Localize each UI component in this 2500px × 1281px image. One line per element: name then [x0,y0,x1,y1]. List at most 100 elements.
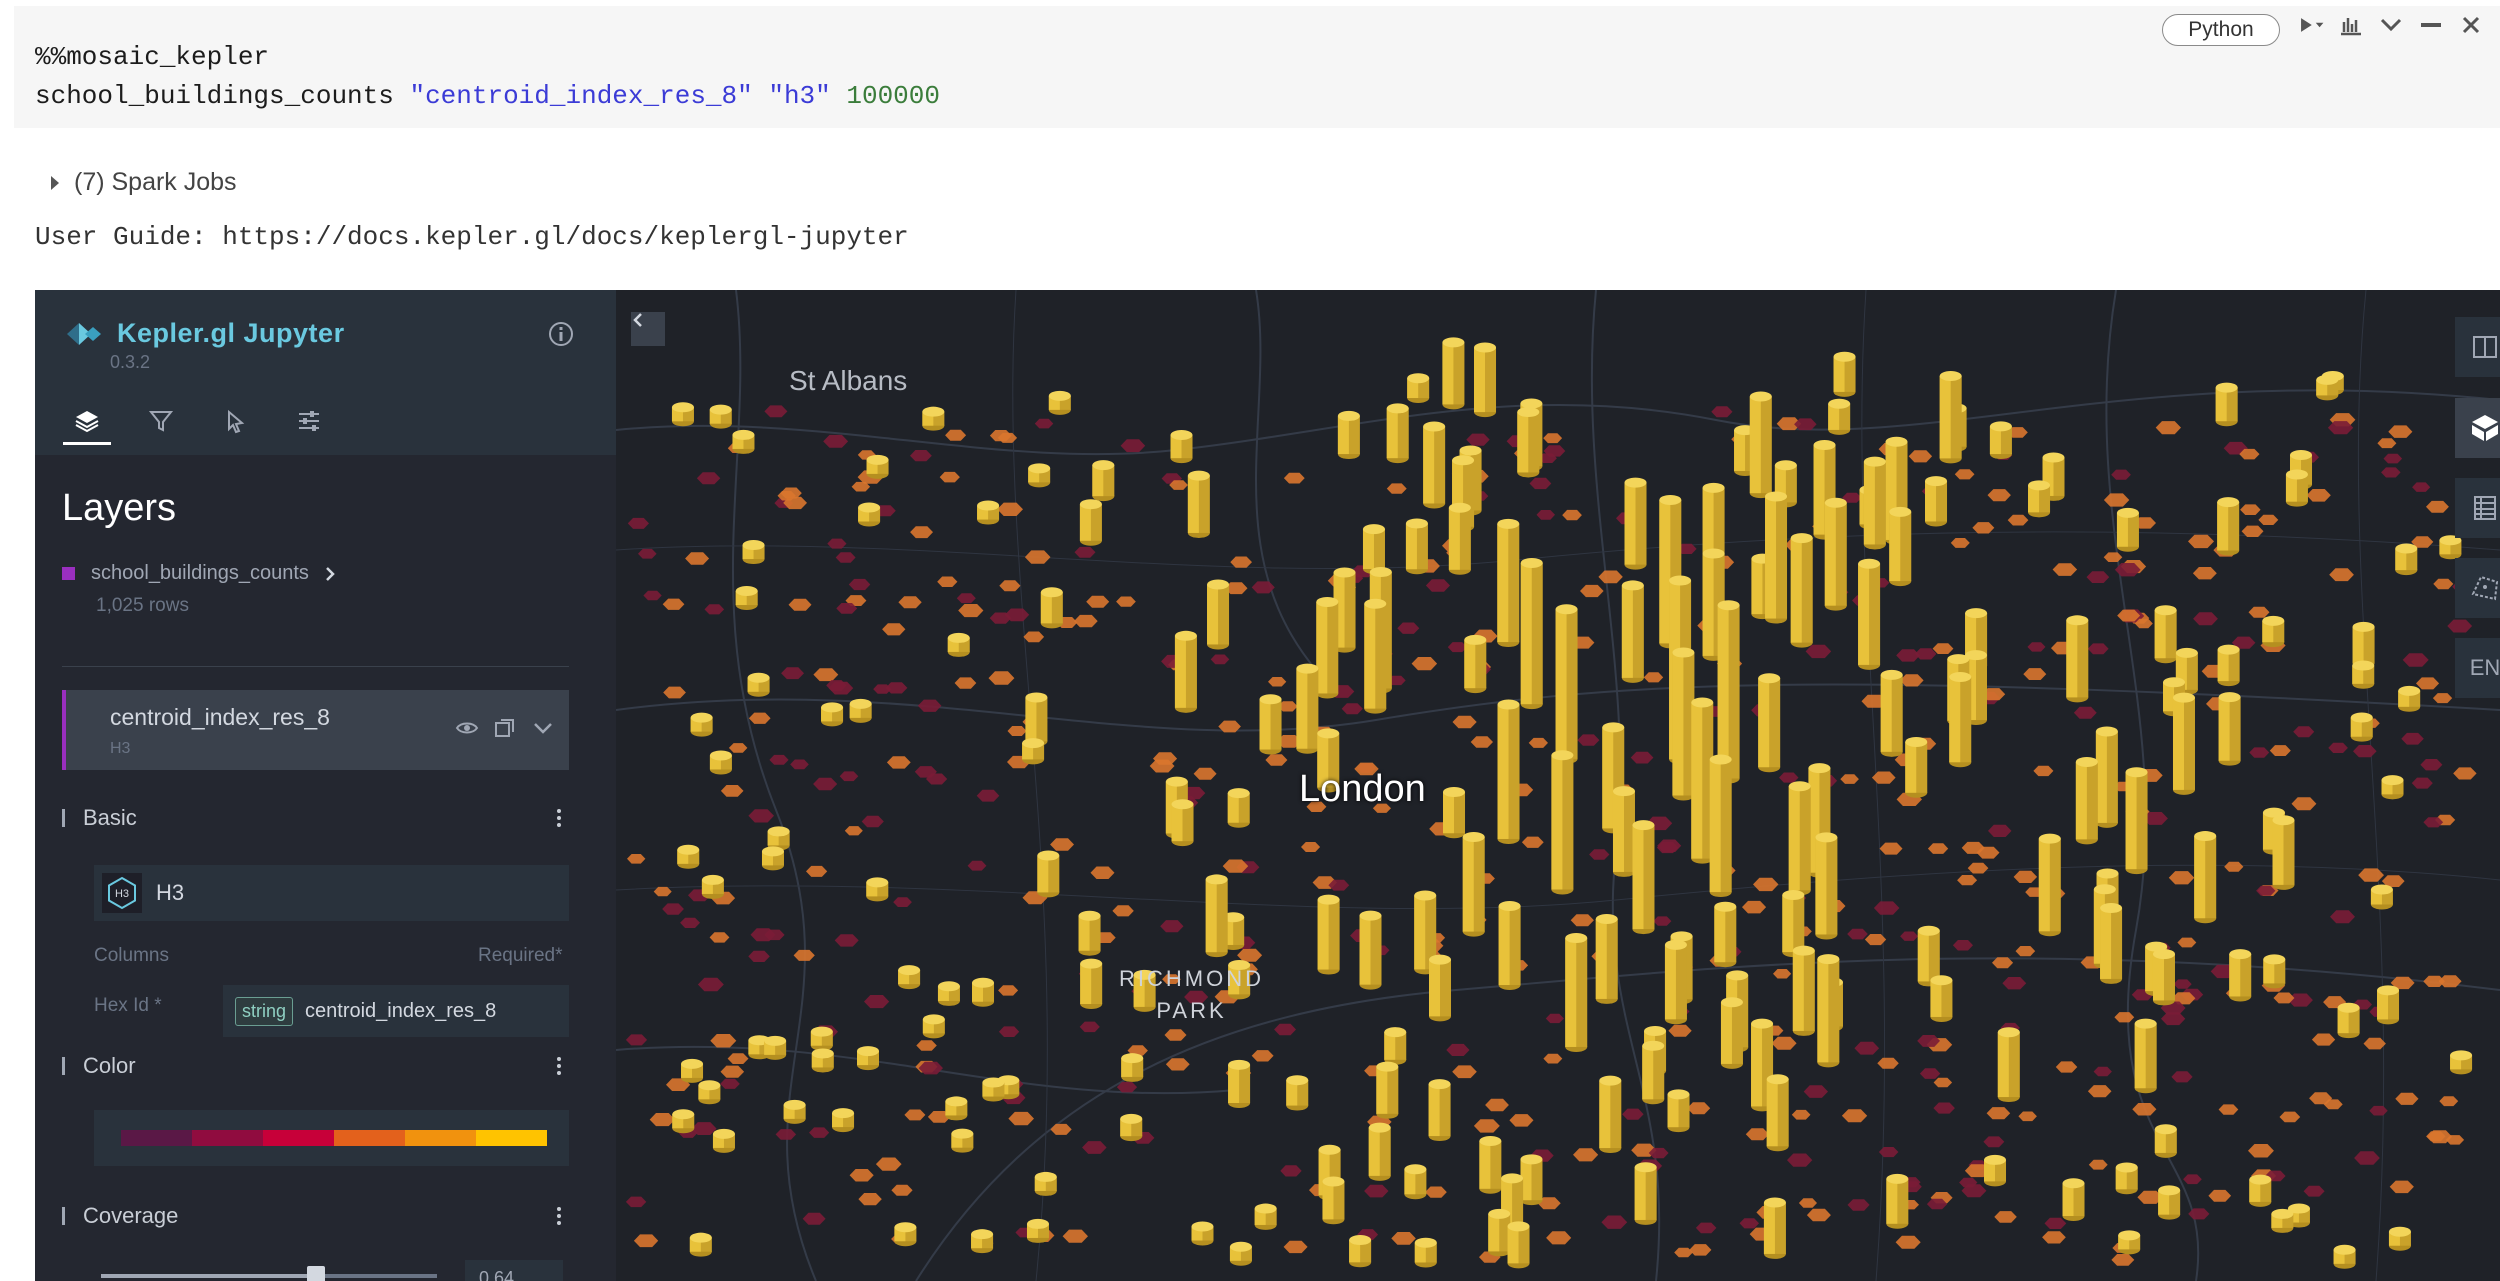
dataset-name: school_buildings_counts [91,562,309,584]
hex-cell [1230,556,1252,568]
coverage-input[interactable]: 0.64 [465,1260,563,1281]
hex-cell [2354,1151,2380,1165]
hex-column [1858,558,1881,670]
more-options-icon[interactable] [557,1057,561,1075]
hex-column [945,1096,968,1121]
hex-cell [1933,1102,1955,1114]
hex-column [1296,663,1319,754]
chart-icon[interactable] [2338,12,2364,38]
hex-cell [1397,622,1420,634]
section-basic[interactable]: Basic [62,805,569,831]
hex-cell [1895,1235,1921,1249]
hex-column [1905,736,1928,798]
hex-cell [835,552,856,563]
hex-cell [2258,514,2279,525]
hex-cell [1932,643,1954,654]
hex-cell [1668,1024,1692,1037]
minimize-icon[interactable] [2418,12,2444,38]
hex-column [742,540,765,565]
hex-column [1664,939,1687,1025]
collapse-panel-button[interactable] [631,312,665,346]
hex-cell [1074,546,1096,558]
chevron-down-icon[interactable] [531,716,555,740]
info-icon[interactable] [547,320,575,353]
hex-cell [1446,1043,1470,1056]
hex-cell [2027,642,2046,652]
hex-cell [2369,1105,2388,1116]
run-icon[interactable] [2298,12,2324,38]
tab-map-settings[interactable] [285,400,333,442]
hex-cell [1164,1029,1187,1041]
3d-view-button[interactable] [2455,398,2500,458]
hex-cell [2155,421,2181,435]
hex-column [1889,506,1912,587]
layer-card[interactable]: centroid_index_res_8 H3 [62,690,569,770]
code-limit-arg: 100000 [846,81,940,111]
hex-column [1048,390,1071,415]
more-options-icon[interactable] [557,809,561,827]
draw-polygon-button[interactable] [2455,558,2500,618]
split-map-button[interactable] [2455,317,2500,377]
hex-column [1621,580,1644,683]
hex-cell [1466,433,1490,446]
hex-cell [910,526,933,539]
hex-column [1171,799,1194,847]
hex-cell [1529,477,1552,490]
hex-column [1939,370,1962,464]
hex-column [1364,598,1387,714]
color-palette-selector[interactable] [94,1110,569,1166]
hex-column [1763,1197,1786,1259]
hex-column [922,1014,945,1039]
code-editor[interactable]: %%mosaic_kepler school_buildings_counts … [35,38,940,116]
hex-cell [2007,514,2029,526]
hex-column [1925,476,1948,527]
close-icon[interactable] [2458,12,2484,38]
hex-column [1930,975,1953,1022]
hex-cell [1283,472,1305,484]
kepler-logo: Kepler.gl Jupyter [65,318,345,349]
hex-column [2028,480,2051,518]
data-table-button[interactable] [2455,478,2500,538]
more-options-icon[interactable] [557,1207,561,1225]
hex-column [732,429,755,454]
coverage-slider-handle[interactable] [307,1266,326,1281]
hex-column [2075,756,2098,845]
hex-cell [1086,595,1110,608]
hex-cell [685,552,710,565]
map-canvas[interactable]: St Albans London RICHMOND PARK [616,290,2500,1281]
hex-cell [2055,1061,2078,1073]
hex-cell [704,604,725,615]
tab-layers[interactable] [63,400,111,445]
hex-column [1386,403,1409,464]
code-magic: %%mosaic_kepler [35,42,270,72]
section-color[interactable]: Color [62,1053,569,1079]
hex-cell [1391,1232,1416,1245]
hex-column [1286,1075,1309,1111]
tab-interactions[interactable] [211,400,259,442]
coverage-slider[interactable] [101,1266,437,1281]
chevron-down-icon[interactable] [2378,12,2404,38]
hex-column [681,1058,704,1083]
locale-button[interactable]: EN [2455,638,2500,698]
eye-icon[interactable] [455,716,479,740]
hex-column [2333,1244,2356,1269]
layer-name[interactable]: centroid_index_res_8 [110,704,330,731]
hex-cell [1773,969,1792,979]
hex-id-field-select[interactable]: string centroid_index_res_8 [223,985,569,1037]
hex-column [1405,518,1428,575]
section-coverage[interactable]: Coverage [62,1203,569,1229]
dataset-item[interactable]: school_buildings_counts 1,025 rows [62,562,335,617]
chevron-right-icon[interactable] [325,566,335,582]
hex-column [2116,507,2139,552]
hex-column [1520,1154,1543,1206]
hex-column [1749,391,1772,499]
hex-column [1788,781,1811,896]
layer-type-selector[interactable]: H3 H3 [94,865,569,921]
duplicate-icon[interactable] [493,716,517,740]
tab-filters[interactable] [137,400,185,442]
spark-jobs-toggle[interactable]: (7) Spark Jobs [50,168,237,197]
hex-cell [748,712,771,724]
language-button[interactable]: Python [2162,14,2280,46]
palette-swatch [263,1130,334,1146]
3d-view-icon [2472,415,2498,441]
